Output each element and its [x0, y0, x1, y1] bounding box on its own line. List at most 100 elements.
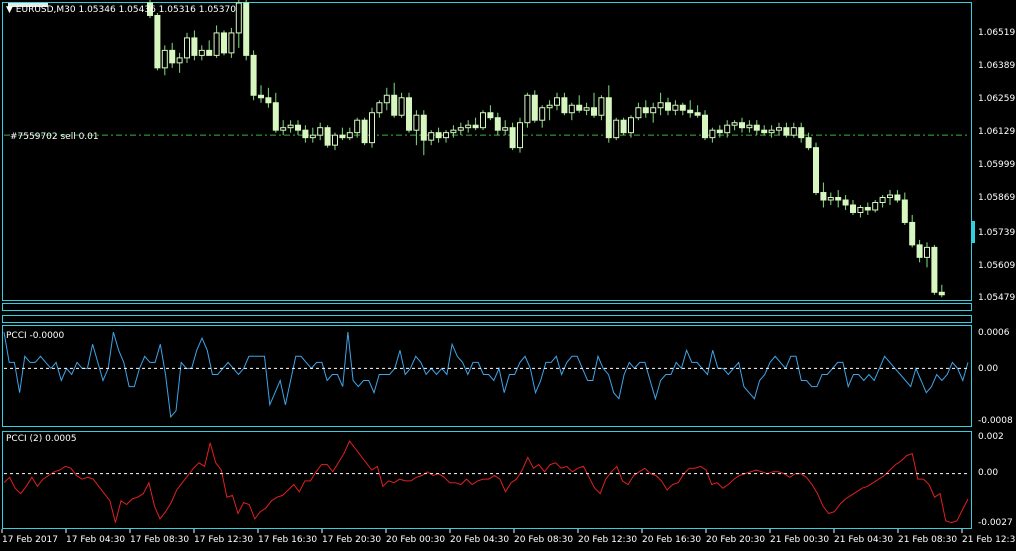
candle-body — [546, 104, 553, 109]
candle-body — [450, 129, 457, 134]
candle-body — [827, 197, 834, 201]
candle-body — [783, 127, 790, 136]
candle-body — [894, 194, 901, 201]
candle-body — [480, 112, 486, 129]
time-axis-label: 20 Feb 16:30 — [642, 535, 702, 545]
pcci2-tick-label: 0.002 — [978, 432, 1004, 442]
candle-body — [346, 132, 353, 139]
candle-body — [406, 97, 412, 131]
candle-body — [924, 246, 930, 258]
time-axis-label: 17 Feb 04:30 — [66, 535, 126, 545]
candle-body — [857, 206, 864, 213]
candle-body — [813, 147, 819, 194]
candle-body — [642, 107, 649, 114]
candle-body — [517, 122, 523, 149]
candle-body — [605, 97, 612, 139]
candle-body — [554, 97, 560, 106]
candle-body — [753, 124, 760, 131]
time-axis-label: 21 Feb 00:30 — [770, 535, 830, 545]
time-axis-label: 20 Feb 20:30 — [706, 535, 766, 545]
time-axis-label: 17 Feb 12:30 — [194, 535, 254, 545]
chart-canvas — [1, 0, 970, 533]
price-tick-label: 1.06259 — [978, 94, 1016, 104]
current-price-marker — [972, 221, 975, 243]
pcci-tick-label: 0.0006 — [978, 328, 1010, 338]
candle-body — [509, 127, 516, 149]
candle-body — [169, 49, 176, 64]
candle-body — [909, 221, 916, 246]
time-axis-label: 20 Feb 08:30 — [514, 535, 574, 545]
price-tick-label: 1.05999 — [978, 160, 1016, 170]
candle-body — [258, 94, 264, 99]
candle-body — [746, 124, 753, 129]
candle-body — [161, 49, 168, 69]
candle-body — [872, 201, 879, 211]
candle-body — [835, 197, 842, 201]
candle-body — [154, 14, 161, 69]
candle-body — [887, 194, 893, 199]
candle-body — [524, 94, 531, 124]
candle-body — [901, 199, 908, 223]
time-axis-label: 20 Feb 12:30 — [578, 535, 638, 545]
candle-body — [672, 104, 679, 111]
candle-body — [443, 132, 449, 139]
candle-body — [413, 114, 420, 131]
time-axis-label: 17 Feb 2017 — [2, 535, 59, 545]
candle-body — [198, 49, 205, 56]
candle-body — [272, 102, 279, 131]
pcci-tick-label: 0.00 — [978, 364, 999, 374]
candle-body — [702, 114, 708, 139]
price-tick-label: 1.05609 — [978, 261, 1016, 271]
candle-body — [332, 134, 338, 146]
candle-body — [176, 57, 183, 64]
candle-body — [761, 129, 768, 134]
candle-body — [561, 97, 568, 114]
candle-body — [790, 127, 797, 136]
pcci-label: PCCI -0.0000 — [6, 331, 65, 341]
candle-body — [376, 102, 383, 114]
candle-body — [317, 127, 324, 136]
candle-body — [576, 104, 583, 111]
candle-body — [302, 129, 309, 139]
candle-body — [428, 132, 435, 141]
candle-body — [583, 107, 590, 111]
candle-body — [191, 37, 198, 56]
time-axis-label: 17 Feb 20:30 — [322, 535, 382, 545]
pcci2-series-line — [3, 440, 969, 524]
candle-body — [324, 127, 331, 146]
candle-body — [716, 129, 723, 134]
pcci-series-line — [3, 331, 969, 419]
candle-body — [228, 32, 235, 54]
candle-body — [531, 94, 538, 121]
candle-body — [465, 124, 472, 129]
dropdown-arrow-icon[interactable]: ▼ — [6, 5, 13, 15]
candle-body — [650, 107, 657, 114]
candle-body — [287, 124, 294, 129]
candle-body — [687, 109, 694, 114]
price-tick-label: 1.06389 — [978, 61, 1016, 71]
time-axis-label: 17 Feb 08:30 — [130, 535, 190, 545]
candle-body — [864, 206, 871, 211]
pcci2-label: PCCI (2) 0.0005 — [6, 434, 77, 444]
candle-body — [295, 124, 301, 131]
candle-body — [731, 122, 738, 126]
candle-body — [739, 122, 745, 129]
candle-body — [398, 97, 405, 116]
price-tick-label: 1.06519 — [978, 28, 1016, 38]
candle-body — [657, 102, 664, 109]
time-axis-label: 21 Feb 12:30 — [962, 535, 1016, 545]
candle-body — [805, 137, 812, 149]
price-tick-label: 1.05739 — [978, 228, 1016, 238]
candle-body — [679, 104, 686, 111]
order-label: #7559702 sell 0.01 — [10, 132, 99, 142]
price-tick-label: 1.05869 — [978, 193, 1016, 203]
candle-body — [494, 117, 501, 131]
price-tick-label: 1.05479 — [978, 293, 1016, 303]
candle-body — [339, 134, 346, 139]
pcci-tick-label: -0.0008 — [978, 416, 1013, 426]
candle-body — [435, 132, 442, 139]
candle-body — [243, 2, 250, 56]
candle-body — [568, 104, 575, 114]
candle-body — [665, 102, 671, 111]
candle-body — [309, 134, 316, 139]
